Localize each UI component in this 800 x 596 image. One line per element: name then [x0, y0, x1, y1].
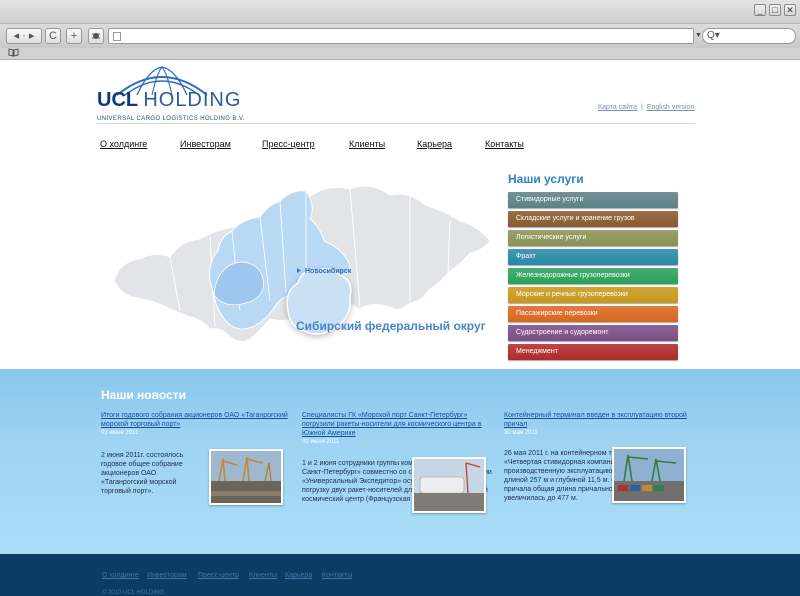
address-dropdown-icon[interactable]: ▼ — [695, 28, 702, 44]
footer-nav-clients[interactable]: Клиенты — [249, 572, 277, 579]
footer-nav-about[interactable]: О холдинге — [102, 572, 139, 579]
news-date: 30 мая 2011 — [504, 430, 538, 436]
sitemap-link[interactable]: Карта сайта — [598, 104, 637, 111]
footer-nav-contacts[interactable]: Контакты — [322, 572, 352, 579]
new-tab-icon[interactable]: + — [66, 28, 82, 44]
link-separator: | — [641, 104, 643, 111]
news-headline-link[interactable]: Контейнерный терминал введен в эксплуата… — [504, 411, 694, 429]
news-item: Контейнерный терминал введен в эксплуата… — [504, 411, 694, 436]
service-button[interactable]: Стивидорные услуги — [508, 192, 678, 208]
news-photo-container-terminal[interactable] — [612, 447, 686, 503]
maximize-button[interactable]: □ — [769, 4, 781, 16]
bookmarks-bar — [0, 48, 800, 60]
service-button[interactable]: Железнодорожные грузоперевозки — [508, 268, 678, 284]
logo-subtitle: UNIVERSAL CARGO LOGISTICS HOLDING B.V. — [97, 116, 245, 122]
service-button[interactable]: Пассажирские перевозки — [508, 306, 678, 322]
minimize-button[interactable]: _ — [754, 4, 766, 16]
logo-wordmark: UCL HOLDING — [97, 89, 241, 112]
news-photo-rocket-cargo[interactable] — [412, 457, 486, 513]
service-button[interactable]: Менеджмент — [508, 344, 678, 360]
nav-about[interactable]: О холдинге — [100, 139, 147, 149]
news-item: Специалисты ГК «Морской порт Санкт-Петер… — [302, 411, 492, 445]
news-title: Наши новости — [101, 388, 186, 402]
footer: О холдинге Инвесторам Пресс-центр Клиент… — [0, 554, 800, 596]
bug-icon[interactable] — [88, 28, 104, 44]
ucl-holding-logo[interactable]: UCL HOLDING UNIVERSAL CARGO LOGISTICS HO… — [97, 65, 244, 125]
page-icon — [113, 32, 121, 41]
nav-press[interactable]: Пресс-центр — [262, 139, 315, 149]
header-utility-links: Карта сайта | English version — [598, 104, 694, 111]
browser-titlebar: _ □ ✕ — [0, 0, 800, 24]
footer-nav-investors[interactable]: Инвесторам — [147, 572, 187, 579]
region-caption: Сибирский федеральный округ — [296, 319, 486, 333]
window-controls: _ □ ✕ — [754, 4, 796, 16]
browser-search-input[interactable]: Q▾ — [702, 28, 796, 44]
news-photo-port-cranes[interactable] — [209, 449, 283, 505]
browser-toolbar: ◂ · ▸ C + ▼ Q▾ — [0, 24, 800, 48]
service-button[interactable]: Судостроение и судоремонт — [508, 325, 678, 341]
service-button[interactable]: Складские услуги и хранение грузов — [508, 211, 678, 227]
english-version-link[interactable]: English version — [647, 104, 694, 111]
footer-nav-press[interactable]: Пресс-центр — [198, 572, 239, 579]
footer-nav-career[interactable]: Карьера — [285, 572, 312, 579]
services-title: Наши услуги — [508, 172, 584, 186]
service-button[interactable]: Логистические услуги — [508, 230, 678, 246]
news-section: Наши новости Итоги годового собрания акц… — [0, 369, 800, 554]
nav-career[interactable]: Карьера — [417, 139, 452, 149]
logo-holding: HOLDING — [143, 89, 242, 111]
back-forward-button[interactable]: ◂ · ▸ — [6, 28, 42, 44]
nav-contacts[interactable]: Контакты — [485, 139, 524, 149]
header-divider — [97, 123, 695, 124]
address-bar[interactable] — [108, 28, 694, 44]
service-button[interactable]: Фрахт — [508, 249, 678, 265]
close-button[interactable]: ✕ — [784, 4, 796, 16]
copyright: © 2010 UCL HOLDING — [102, 590, 164, 596]
news-headline-link[interactable]: Итоги годового собрания акционеров ОАО «… — [101, 411, 291, 429]
service-button[interactable]: Морские и речные грузоперевозки — [508, 287, 678, 303]
news-headline-link[interactable]: Специалисты ГК «Морской порт Санкт-Петер… — [302, 411, 492, 438]
web-page: UCL HOLDING UNIVERSAL CARGO LOGISTICS HO… — [0, 61, 800, 596]
nav-clients[interactable]: Клиенты — [349, 139, 385, 149]
logo-ucl: UCL — [97, 89, 144, 111]
city-label: Новосибирск — [305, 267, 352, 275]
news-item: Итоги годового собрания акционеров ОАО «… — [101, 411, 291, 436]
reload-icon[interactable]: C — [45, 28, 61, 44]
book-icon[interactable] — [8, 48, 19, 60]
news-date: 03 июня 2011 — [101, 430, 139, 436]
news-date: 02 июня 2011 — [302, 439, 340, 445]
nav-investors[interactable]: Инвесторам — [180, 139, 231, 149]
news-body: 2 июня 2011г. состоялось годовое общее с… — [101, 452, 184, 495]
